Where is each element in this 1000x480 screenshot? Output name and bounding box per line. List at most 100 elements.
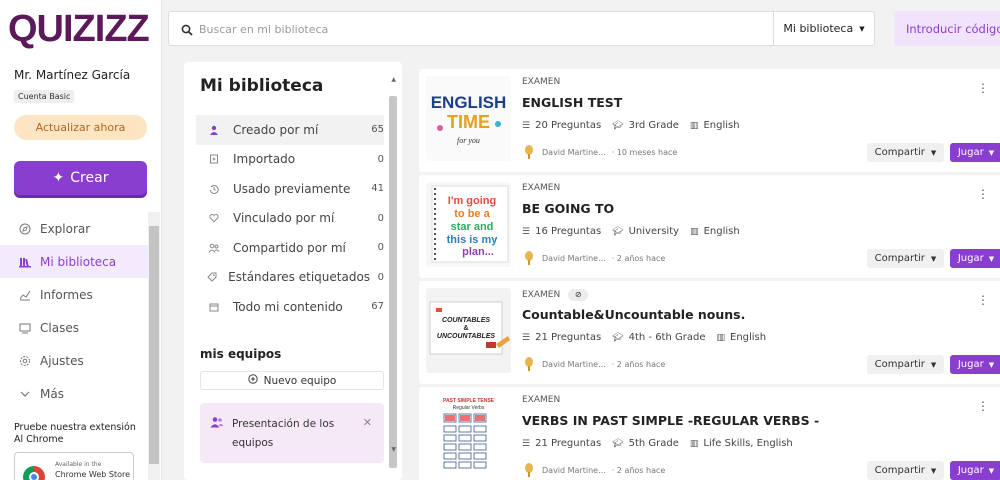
quiz-thumbnail: I'm going to be a star and this is my pl… (426, 182, 511, 267)
play-button[interactable]: Jugar ▼ (950, 249, 1000, 268)
team-icon (210, 416, 224, 431)
graduation-cap-icon: 🎓︎ (612, 226, 624, 237)
sidebar-item-more[interactable]: Más (0, 377, 148, 410)
chevron-down-icon: ▼ (930, 360, 937, 369)
subject: English (703, 120, 740, 131)
search-icon (181, 21, 193, 36)
chrome-web-store-badge[interactable]: Available in the Chrome Web Store (14, 452, 134, 480)
filter-count: 65 (371, 124, 384, 136)
filter-shared-by-me[interactable]: Compartido por mí 0 (196, 233, 384, 263)
close-icon[interactable]: ✕ (363, 416, 372, 429)
sidebar-item-classes[interactable]: Clases (0, 311, 148, 344)
share-button[interactable]: Compartir ▼ (867, 355, 944, 374)
chevron-down-icon (18, 388, 32, 400)
sidebar-item-label: Mi biblioteca (40, 254, 117, 269)
quiz-title[interactable]: ENGLISH TEST (522, 95, 622, 110)
store-badge-small-text: Available in the (55, 461, 102, 468)
thumb-line: PAST SIMPLE TENSE (443, 398, 495, 404)
library-filters: Creado por mí 65 Importado 0 Usado previ… (196, 115, 384, 322)
sidebar-item-label: Más (40, 386, 64, 401)
share-button-label: Compartir (874, 359, 925, 370)
more-options-icon[interactable]: ⋮ (977, 399, 989, 413)
quiz-type-label: EXAMEN (522, 395, 561, 405)
play-button-label: Jugar (957, 253, 984, 264)
more-options-icon[interactable]: ⋮ (977, 293, 989, 307)
scope-select-label: Mi biblioteca (783, 22, 854, 35)
quizizz-logo[interactable]: QUIZIZZ (8, 8, 150, 51)
sidebar-item-reports[interactable]: Informes (0, 278, 148, 311)
quiz-author: David Martine... · 10 meses hace (522, 144, 677, 160)
sidebar-item-settings[interactable]: Ajustes (0, 344, 148, 377)
quiz-thumbnail: ENGLISH TIME for you (426, 76, 511, 161)
quiz-card[interactable]: PAST SIMPLE TENSE Regular Verbs EXAMEN V… (419, 387, 1000, 480)
filter-liked-by-me[interactable]: Vinculado por mí 0 (196, 204, 384, 234)
filter-label: Importado (233, 152, 296, 167)
eye-off-icon: ⊘ (568, 289, 589, 301)
more-options-icon[interactable]: ⋮ (977, 81, 989, 95)
library-scrollbar-thumb[interactable] (389, 96, 397, 468)
quiz-title[interactable]: BE GOING TO (522, 201, 614, 216)
quiz-title[interactable]: Countable&Uncountable nouns. (522, 307, 745, 322)
teams-intro-card[interactable]: Presentación de los equipos ✕ (200, 403, 384, 463)
history-icon (206, 184, 222, 194)
thumb-line: ENGLISH (431, 93, 507, 112)
sidebar: QUIZIZZ Mr. Martínez García Cuenta Basic… (0, 0, 162, 480)
quiz-type: EXAMEN (522, 395, 560, 405)
chevron-down-icon: ▼ (859, 24, 865, 33)
quiz-type: EXAMEN (522, 183, 560, 193)
share-button[interactable]: Compartir ▼ (867, 143, 944, 162)
import-icon (206, 154, 222, 164)
quiz-title[interactable]: VERBS IN PAST SIMPLE -REGULAR VERBS - (522, 413, 819, 428)
list-icon: ☰ (522, 332, 531, 343)
quiz-author: David Martine... · 2 años hace (522, 356, 665, 372)
filter-imported[interactable]: Importado 0 (196, 145, 384, 175)
library-scope-select[interactable]: Mi biblioteca ▼ (773, 12, 874, 45)
more-options-icon[interactable]: ⋮ (977, 187, 989, 201)
enter-code-button[interactable]: Introducir código (894, 11, 1000, 46)
play-button[interactable]: Jugar ▼ (950, 143, 1000, 162)
filter-all-content[interactable]: Todo mi contenido 67 (196, 292, 384, 322)
upgrade-button[interactable]: Actualizar ahora (14, 115, 147, 140)
subject: Life Skills, English (703, 438, 793, 449)
share-button[interactable]: Compartir ▼ (867, 461, 944, 480)
scroll-up-arrow[interactable]: ▲ (391, 76, 396, 83)
create-button[interactable]: ✦ Crear (14, 161, 147, 195)
user-icon (206, 125, 222, 135)
chevron-down-icon: ▼ (930, 466, 937, 475)
app-root: QUIZIZZ Mr. Martínez García Cuenta Basic… (0, 0, 1000, 480)
filter-count: 41 (371, 183, 384, 195)
new-team-button[interactable]: Nuevo equipo (200, 371, 384, 390)
thumb-line: I'm going (448, 195, 496, 207)
chevron-down-icon: ▼ (930, 254, 937, 263)
chevron-down-icon: ▼ (988, 254, 995, 263)
sidebar-item-library[interactable]: Mi biblioteca (0, 245, 148, 278)
quiz-card[interactable]: I'm going to be a star and this is my pl… (419, 175, 1000, 278)
quiz-card[interactable]: COUNTABLES & UNCOUNTABLES EXAMEN ⊘ Count… (419, 281, 1000, 384)
author-name: David Martine... (542, 147, 606, 157)
grade-level: 5th Grade (628, 438, 679, 449)
thumb-line: COUNTABLES (442, 317, 490, 324)
quiz-meta: ☰ 20 Preguntas 🎓︎ 3rd Grade ▥ English (522, 120, 740, 131)
share-button[interactable]: Compartir ▼ (867, 249, 944, 268)
play-button[interactable]: Jugar ▼ (950, 461, 1000, 480)
play-button[interactable]: Jugar ▼ (950, 355, 1000, 374)
question-count: 21 Preguntas (535, 438, 602, 449)
filter-previously-used[interactable]: Usado previamente 41 (196, 174, 384, 204)
quiz-type-label: EXAMEN (522, 290, 561, 300)
filter-label: Estándares etiquetados (228, 270, 371, 285)
filter-count: 0 (377, 242, 384, 254)
quiz-meta: ☰ 21 Preguntas 🎓︎ 4th - 6th Grade ▥ Engl… (522, 332, 766, 343)
search-input[interactable] (199, 20, 759, 38)
filter-count: 67 (371, 301, 384, 313)
quiz-author: David Martine... · 2 años hace (522, 462, 665, 478)
scroll-down-arrow[interactable]: ▼ (391, 446, 396, 453)
sidebar-item-explore[interactable]: Explorar (0, 212, 148, 245)
sidebar-scrollbar-thumb[interactable] (149, 226, 159, 464)
grade-level: 4th - 6th Grade (628, 332, 706, 343)
filter-label: Compartido por mí (233, 240, 346, 255)
page-title: Mi biblioteca (200, 76, 324, 96)
thumb-line: & (463, 325, 468, 332)
filter-created-by-me[interactable]: Creado por mí 65 (196, 115, 384, 145)
quiz-card[interactable]: ENGLISH TIME for you EXAMEN ENGLISH TEST… (419, 69, 1000, 172)
filter-tagged-standards[interactable]: Estándares etiquetados 0 (196, 263, 384, 293)
